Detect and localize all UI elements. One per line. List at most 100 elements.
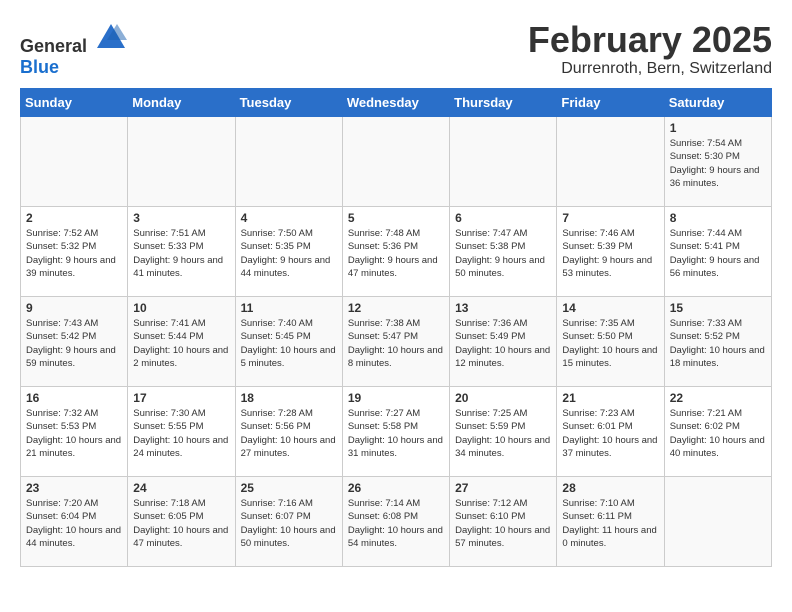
- day-number: 28: [562, 481, 658, 495]
- day-info: Sunrise: 7:32 AM Sunset: 5:53 PM Dayligh…: [26, 407, 122, 460]
- logo-icon: [95, 20, 127, 52]
- calendar-cell: 1 Sunrise: 7:54 AM Sunset: 5:30 PM Daylig…: [664, 117, 771, 207]
- week-row-4: 16 Sunrise: 7:32 AM Sunset: 5:53 PM Dayli…: [21, 387, 772, 477]
- week-row-1: 1 Sunrise: 7:54 AM Sunset: 5:30 PM Daylig…: [21, 117, 772, 207]
- calendar-cell: 10 Sunrise: 7:41 AM Sunset: 5:44 PM Dayli…: [128, 297, 235, 387]
- day-number: 4: [241, 211, 337, 225]
- day-info: Sunrise: 7:38 AM Sunset: 5:47 PM Dayligh…: [348, 317, 444, 370]
- calendar-cell: 13Sunrise: 7:36 AM Sunset: 5:49 PM Dayli…: [450, 297, 557, 387]
- calendar-cell: 6 Sunrise: 7:47 AM Sunset: 5:38 PM Daylig…: [450, 207, 557, 297]
- calendar-header-row: SundayMondayTuesdayWednesdayThursdayFrid…: [21, 89, 772, 117]
- day-number: 12: [348, 301, 444, 315]
- day-number: 8: [670, 211, 766, 225]
- day-info: Sunrise: 7:48 AM Sunset: 5:36 PM Dayligh…: [348, 227, 444, 280]
- day-info: Sunrise: 7:41 AM Sunset: 5:44 PM Dayligh…: [133, 317, 229, 370]
- calendar-cell: 17 Sunrise: 7:30 AM Sunset: 5:55 PM Dayli…: [128, 387, 235, 477]
- day-info: Sunrise: 7:33 AM Sunset: 5:52 PM Dayligh…: [670, 317, 766, 370]
- calendar-cell: 28 Sunrise: 7:10 AM Sunset: 6:11 PM Dayli…: [557, 477, 664, 567]
- calendar-cell: 8 Sunrise: 7:44 AM Sunset: 5:41 PM Daylig…: [664, 207, 771, 297]
- day-header-wednesday: Wednesday: [342, 89, 449, 117]
- calendar-cell: [128, 117, 235, 207]
- logo-blue: Blue: [20, 57, 59, 77]
- day-info: Sunrise: 7:51 AM Sunset: 5:33 PM Dayligh…: [133, 227, 229, 280]
- calendar-subtitle: Durrenroth, Bern, Switzerland: [528, 60, 772, 78]
- day-header-friday: Friday: [557, 89, 664, 117]
- calendar-title: February 2025: [528, 20, 772, 60]
- calendar-cell: 19Sunrise: 7:27 AM Sunset: 5:58 PM Dayli…: [342, 387, 449, 477]
- day-number: 9: [26, 301, 122, 315]
- day-number: 10: [133, 301, 229, 315]
- day-number: 17: [133, 391, 229, 405]
- day-info: Sunrise: 7:46 AM Sunset: 5:39 PM Dayligh…: [562, 227, 658, 280]
- calendar-cell: 7Sunrise: 7:46 AM Sunset: 5:39 PM Daylig…: [557, 207, 664, 297]
- day-info: Sunrise: 7:12 AM Sunset: 6:10 PM Dayligh…: [455, 497, 551, 550]
- day-info: Sunrise: 7:16 AM Sunset: 6:07 PM Dayligh…: [241, 497, 337, 550]
- calendar-cell: 14Sunrise: 7:35 AM Sunset: 5:50 PM Dayli…: [557, 297, 664, 387]
- calendar-cell: 9 Sunrise: 7:43 AM Sunset: 5:42 PM Daylig…: [21, 297, 128, 387]
- day-number: 22: [670, 391, 766, 405]
- calendar-cell: 12 Sunrise: 7:38 AM Sunset: 5:47 PM Dayli…: [342, 297, 449, 387]
- day-number: 6: [455, 211, 551, 225]
- day-info: Sunrise: 7:30 AM Sunset: 5:55 PM Dayligh…: [133, 407, 229, 460]
- day-info: Sunrise: 7:35 AM Sunset: 5:50 PM Dayligh…: [562, 317, 658, 370]
- day-header-sunday: Sunday: [21, 89, 128, 117]
- day-number: 5: [348, 211, 444, 225]
- day-header-tuesday: Tuesday: [235, 89, 342, 117]
- calendar-cell: 11 Sunrise: 7:40 AM Sunset: 5:45 PM Dayli…: [235, 297, 342, 387]
- calendar-cell: [450, 117, 557, 207]
- calendar-cell: [235, 117, 342, 207]
- day-number: 24: [133, 481, 229, 495]
- calendar-cell: 25 Sunrise: 7:16 AM Sunset: 6:07 PM Dayli…: [235, 477, 342, 567]
- day-number: 25: [241, 481, 337, 495]
- calendar-cell: 21 Sunrise: 7:23 AM Sunset: 6:01 PM Dayli…: [557, 387, 664, 477]
- day-info: Sunrise: 7:14 AM Sunset: 6:08 PM Dayligh…: [348, 497, 444, 550]
- day-number: 20: [455, 391, 551, 405]
- calendar-cell: 2 Sunrise: 7:52 AM Sunset: 5:32 PM Daylig…: [21, 207, 128, 297]
- day-info: Sunrise: 7:25 AM Sunset: 5:59 PM Dayligh…: [455, 407, 551, 460]
- calendar-cell: 15 Sunrise: 7:33 AM Sunset: 5:52 PM Dayli…: [664, 297, 771, 387]
- calendar-cell: [21, 117, 128, 207]
- day-info: Sunrise: 7:47 AM Sunset: 5:38 PM Dayligh…: [455, 227, 551, 280]
- day-info: Sunrise: 7:10 AM Sunset: 6:11 PM Dayligh…: [562, 497, 658, 550]
- day-info: Sunrise: 7:36 AM Sunset: 5:49 PM Dayligh…: [455, 317, 551, 370]
- logo-general: General: [20, 36, 87, 56]
- calendar-cell: 18Sunrise: 7:28 AM Sunset: 5:56 PM Dayli…: [235, 387, 342, 477]
- calendar-cell: [342, 117, 449, 207]
- day-number: 26: [348, 481, 444, 495]
- logo-text: General Blue: [20, 20, 127, 78]
- page-header: General Blue February 2025 Durrenroth, B…: [20, 20, 772, 78]
- day-info: Sunrise: 7:18 AM Sunset: 6:05 PM Dayligh…: [133, 497, 229, 550]
- calendar-cell: 24 Sunrise: 7:18 AM Sunset: 6:05 PM Dayli…: [128, 477, 235, 567]
- day-number: 2: [26, 211, 122, 225]
- day-info: Sunrise: 7:21 AM Sunset: 6:02 PM Dayligh…: [670, 407, 766, 460]
- day-info: Sunrise: 7:52 AM Sunset: 5:32 PM Dayligh…: [26, 227, 122, 280]
- day-header-saturday: Saturday: [664, 89, 771, 117]
- calendar-table: SundayMondayTuesdayWednesdayThursdayFrid…: [20, 88, 772, 567]
- calendar-cell: [557, 117, 664, 207]
- day-header-thursday: Thursday: [450, 89, 557, 117]
- day-info: Sunrise: 7:50 AM Sunset: 5:35 PM Dayligh…: [241, 227, 337, 280]
- calendar-cell: 16 Sunrise: 7:32 AM Sunset: 5:53 PM Dayli…: [21, 387, 128, 477]
- calendar-cell: 5 Sunrise: 7:48 AM Sunset: 5:36 PM Daylig…: [342, 207, 449, 297]
- day-info: Sunrise: 7:40 AM Sunset: 5:45 PM Dayligh…: [241, 317, 337, 370]
- calendar-cell: 22 Sunrise: 7:21 AM Sunset: 6:02 PM Dayli…: [664, 387, 771, 477]
- day-info: Sunrise: 7:28 AM Sunset: 5:56 PM Dayligh…: [241, 407, 337, 460]
- calendar-cell: 20 Sunrise: 7:25 AM Sunset: 5:59 PM Dayli…: [450, 387, 557, 477]
- day-info: Sunrise: 7:23 AM Sunset: 6:01 PM Dayligh…: [562, 407, 658, 460]
- day-info: Sunrise: 7:44 AM Sunset: 5:41 PM Dayligh…: [670, 227, 766, 280]
- day-number: 11: [241, 301, 337, 315]
- day-info: Sunrise: 7:20 AM Sunset: 6:04 PM Dayligh…: [26, 497, 122, 550]
- day-number: 16: [26, 391, 122, 405]
- calendar-cell: 4 Sunrise: 7:50 AM Sunset: 5:35 PM Daylig…: [235, 207, 342, 297]
- day-number: 15: [670, 301, 766, 315]
- day-info: Sunrise: 7:43 AM Sunset: 5:42 PM Dayligh…: [26, 317, 122, 370]
- calendar-cell: 26 Sunrise: 7:14 AM Sunset: 6:08 PM Dayli…: [342, 477, 449, 567]
- week-row-2: 2 Sunrise: 7:52 AM Sunset: 5:32 PM Daylig…: [21, 207, 772, 297]
- week-row-5: 23Sunrise: 7:20 AM Sunset: 6:04 PM Dayli…: [21, 477, 772, 567]
- day-number: 21: [562, 391, 658, 405]
- day-number: 27: [455, 481, 551, 495]
- day-info: Sunrise: 7:27 AM Sunset: 5:58 PM Dayligh…: [348, 407, 444, 460]
- day-info: Sunrise: 7:54 AM Sunset: 5:30 PM Dayligh…: [670, 137, 766, 190]
- day-number: 3: [133, 211, 229, 225]
- day-number: 1: [670, 121, 766, 135]
